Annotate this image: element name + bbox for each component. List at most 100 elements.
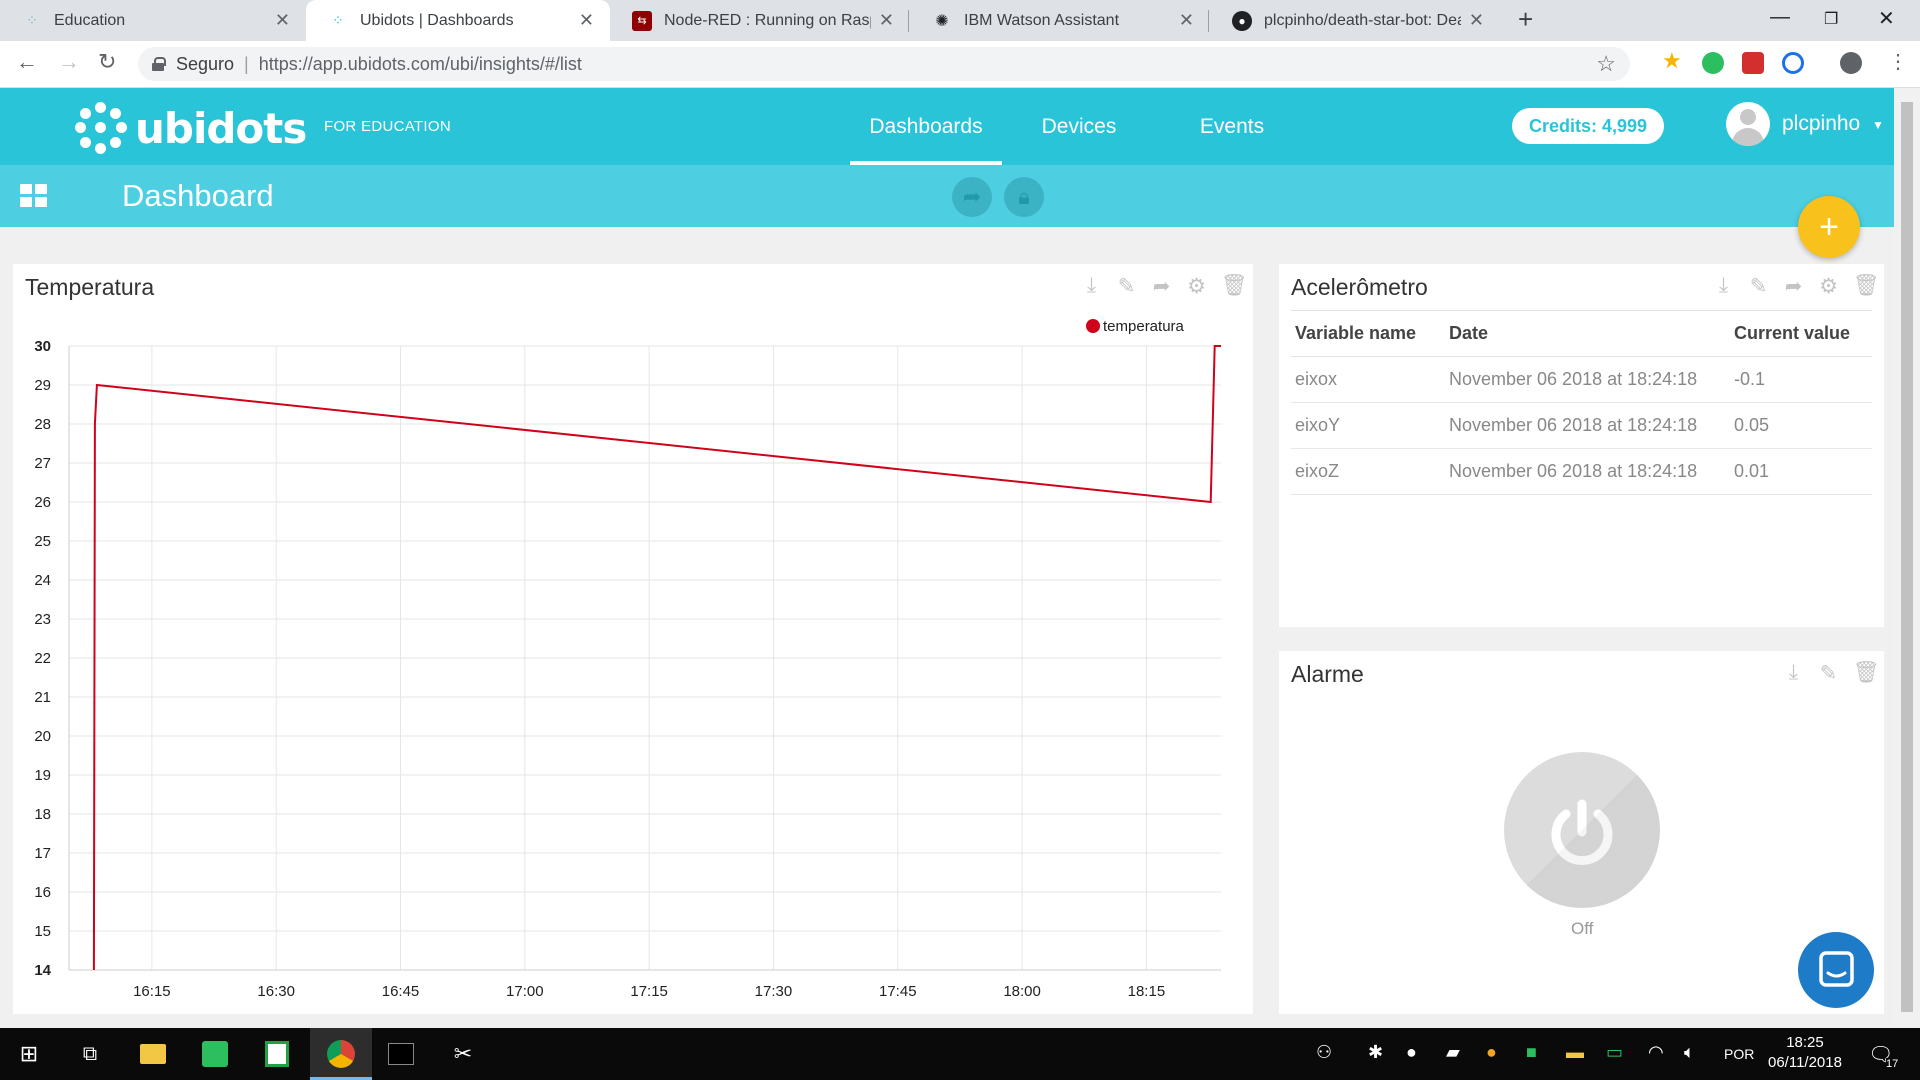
column-header: Current value xyxy=(1734,310,1872,357)
variable-date: November 06 2018 at 18:24:18 xyxy=(1449,448,1734,495)
scrollbar-thumb[interactable] xyxy=(1901,102,1913,1012)
nav-dashboards[interactable]: Dashboards xyxy=(850,88,1002,165)
docker-tray-icon[interactable]: ▰ xyxy=(1446,1042,1460,1063)
tab-github[interactable]: ● plcpinho/death-star-bot: Death S ✕ xyxy=(1210,0,1500,41)
username[interactable]: plcpinho xyxy=(1782,112,1860,136)
search-extension-icon[interactable] xyxy=(1782,52,1804,74)
y-tick-label: 28 xyxy=(34,416,51,433)
close-icon[interactable]: ✕ xyxy=(879,10,894,31)
clock-time: 18:25 xyxy=(1786,1034,1824,1051)
language-indicator[interactable]: POR xyxy=(1724,1046,1754,1062)
y-tick-label: 29 xyxy=(34,377,51,394)
tab-education[interactable]: ⁘ Education ✕ xyxy=(0,0,306,41)
window-close-icon[interactable]: ✕ xyxy=(1878,6,1895,31)
y-tick-label: 22 xyxy=(34,650,51,667)
variable-value: -0.1 xyxy=(1734,356,1872,403)
system-clock[interactable]: 18:25 06/11/2018 xyxy=(1768,1033,1842,1073)
user-avatar[interactable] xyxy=(1726,102,1770,146)
gear-icon[interactable]: ⚙ xyxy=(1818,274,1839,299)
dashboards-grid-icon[interactable] xyxy=(20,184,48,208)
windows-start-icon[interactable]: ⊞ xyxy=(0,1028,58,1080)
x-tick-label: 17:45 xyxy=(879,983,917,1000)
lastpass-extension-icon[interactable] xyxy=(1742,52,1764,74)
brand-name: ubidots xyxy=(135,103,307,153)
add-widget-button[interactable]: + xyxy=(1798,196,1860,258)
page-scrollbar[interactable] xyxy=(1894,88,1920,1028)
tab-separator xyxy=(908,10,909,32)
wifi-icon[interactable]: ◠ xyxy=(1648,1042,1664,1063)
widget-title: Alarme xyxy=(1291,661,1364,687)
tab-title: Education xyxy=(54,11,126,29)
tab-title: IBM Watson Assistant xyxy=(964,11,1120,29)
bookmark-star-icon[interactable]: ☆ xyxy=(1596,51,1616,77)
browser-tab-strip: ⁘ Education ✕ ⁘ Ubidots | Dashboards ✕ ⇆… xyxy=(0,0,1920,41)
y-tick-label: 17 xyxy=(34,845,51,862)
minimize-icon[interactable]: — xyxy=(1770,6,1790,29)
firefox-tray-icon[interactable]: ● xyxy=(1486,1042,1497,1063)
ubidots-logo-icon xyxy=(75,102,127,154)
battery-icon[interactable]: ▭ xyxy=(1606,1042,1623,1063)
tab-ubidots-dashboards[interactable]: ⁘ Ubidots | Dashboards ✕ xyxy=(306,0,610,41)
table-row[interactable]: eixox November 06 2018 at 18:24:18 -0.1 xyxy=(1291,356,1872,403)
x-tick-label: 16:30 xyxy=(257,983,295,1000)
variable-name: eixox xyxy=(1291,356,1449,403)
close-icon[interactable]: ✕ xyxy=(1179,10,1194,31)
acelerometro-widget: Acelerômetro ⤓ ✎ ➦ ⚙ 🗑︎ Variable name Da… xyxy=(1279,264,1884,627)
restore-icon[interactable]: ❐ xyxy=(1824,9,1838,29)
close-icon[interactable]: ✕ xyxy=(275,10,290,31)
back-arrow-icon[interactable]: ← xyxy=(16,49,38,75)
snipping-tool-icon[interactable]: ✂ xyxy=(436,1028,490,1080)
scrivener-app-icon[interactable] xyxy=(250,1028,304,1080)
close-icon[interactable]: ✕ xyxy=(579,10,594,31)
evernote-sync-icon[interactable]: ■ xyxy=(1526,1042,1537,1063)
tab-ibm-watson[interactable]: ✺ IBM Watson Assistant ✕ xyxy=(910,0,1210,41)
edit-pencil-icon[interactable]: ✎ xyxy=(1748,274,1769,299)
terminal-app-icon[interactable] xyxy=(374,1028,428,1080)
chrome-app-icon[interactable] xyxy=(310,1028,372,1080)
table-row[interactable]: eixoZ November 06 2018 at 18:24:18 0.01 xyxy=(1291,448,1872,495)
menu-dots-icon[interactable]: ⋮ xyxy=(1888,49,1908,74)
chat-support-button[interactable] xyxy=(1798,932,1874,1008)
profile-avatar-icon[interactable] xyxy=(1840,52,1862,74)
alarm-switch[interactable] xyxy=(1504,752,1660,908)
trash-icon[interactable]: 🗑︎ xyxy=(1853,274,1880,299)
people-icon[interactable]: ⚇ xyxy=(1316,1042,1332,1063)
nav-events[interactable]: Events xyxy=(1170,88,1294,165)
volume-icon[interactable]: 🔈︎ xyxy=(1684,1042,1695,1063)
y-tick-label: 24 xyxy=(34,572,51,589)
edition-label: FOR EDUCATION xyxy=(324,118,451,135)
download-icon[interactable]: ⤓ xyxy=(1713,274,1734,299)
evernote-app-icon[interactable] xyxy=(188,1028,242,1080)
task-view-icon[interactable]: ⧉ xyxy=(62,1028,118,1080)
reload-icon[interactable]: ↻ xyxy=(98,49,116,75)
y-tick-label: 25 xyxy=(34,533,51,550)
tab-title: Node-RED : Running on Raspberr xyxy=(664,11,871,29)
share-icon[interactable]: ➦ xyxy=(952,177,992,217)
folder-sync-icon[interactable]: ▬ xyxy=(1566,1042,1584,1063)
tab-node-red[interactable]: ⇆ Node-RED : Running on Raspberr ✕ xyxy=(610,0,910,41)
y-tick-label: 15 xyxy=(34,923,51,940)
trash-icon[interactable]: 🗑︎ xyxy=(1853,661,1880,686)
network-settings-icon[interactable]: ✱ xyxy=(1368,1042,1383,1063)
evernote-extension-icon[interactable] xyxy=(1702,52,1724,74)
download-icon[interactable]: ⤓ xyxy=(1783,661,1804,686)
y-tick-label: 14 xyxy=(34,962,51,979)
table-row[interactable]: eixoY November 06 2018 at 18:24:18 0.05 xyxy=(1291,402,1872,449)
widget-toolbar: ⤓ ✎ 🗑︎ xyxy=(1783,661,1880,686)
ubidots-logo[interactable]: ubidots xyxy=(75,102,307,154)
file-explorer-icon[interactable] xyxy=(126,1028,180,1080)
edit-pencil-icon[interactable]: ✎ xyxy=(1818,661,1839,686)
url-text[interactable]: https://app.ubidots.com/ubi/insights/#/l… xyxy=(259,54,582,75)
evernote-tray-icon[interactable]: ● xyxy=(1406,1042,1417,1063)
star-extension-icon[interactable]: ★ xyxy=(1662,48,1684,73)
credits-badge[interactable]: Credits: 4,999 xyxy=(1512,108,1664,144)
watson-favicon-icon: ✺ xyxy=(935,12,949,30)
new-tab-plus-icon[interactable]: + xyxy=(1518,4,1533,35)
chevron-down-icon[interactable]: ▼ xyxy=(1872,118,1884,132)
forward-arrow-icon[interactable]: → xyxy=(58,49,80,75)
lock-icon[interactable]: 🔒︎ xyxy=(1004,177,1044,217)
close-icon[interactable]: ✕ xyxy=(1469,10,1484,31)
share-icon[interactable]: ➦ xyxy=(1783,274,1804,299)
nav-devices[interactable]: Devices xyxy=(1020,88,1138,165)
address-bar[interactable]: Seguro | https://app.ubidots.com/ubi/ins… xyxy=(138,47,1630,81)
